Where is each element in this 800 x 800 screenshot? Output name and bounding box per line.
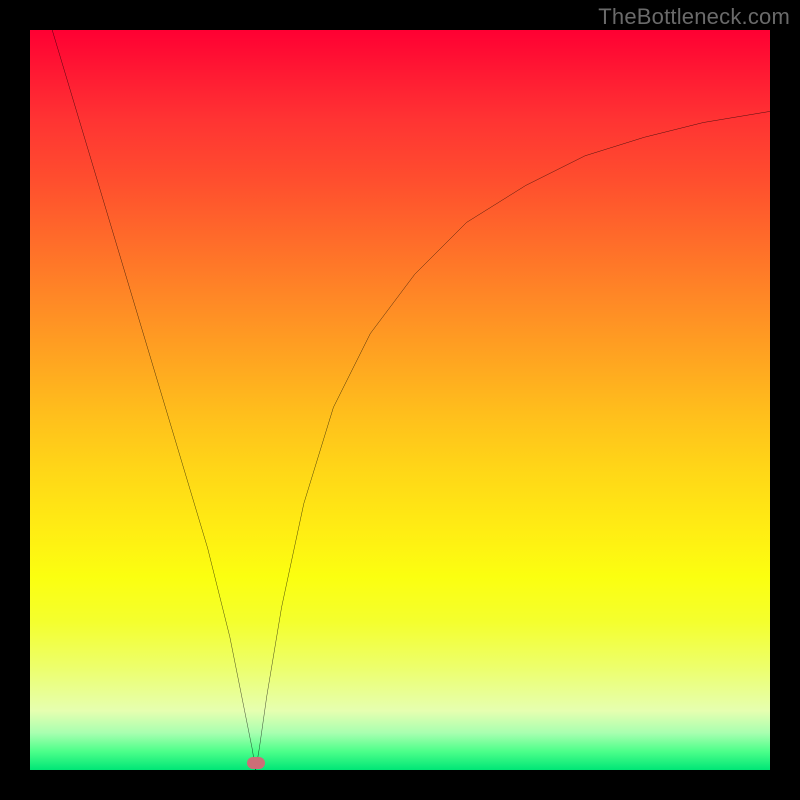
watermark-text: TheBottleneck.com — [598, 4, 790, 30]
curve-svg — [30, 30, 770, 770]
chart-frame: TheBottleneck.com — [0, 0, 800, 800]
optimum-marker — [247, 757, 265, 769]
plot-area — [30, 30, 770, 770]
bottleneck-curve — [52, 30, 770, 770]
